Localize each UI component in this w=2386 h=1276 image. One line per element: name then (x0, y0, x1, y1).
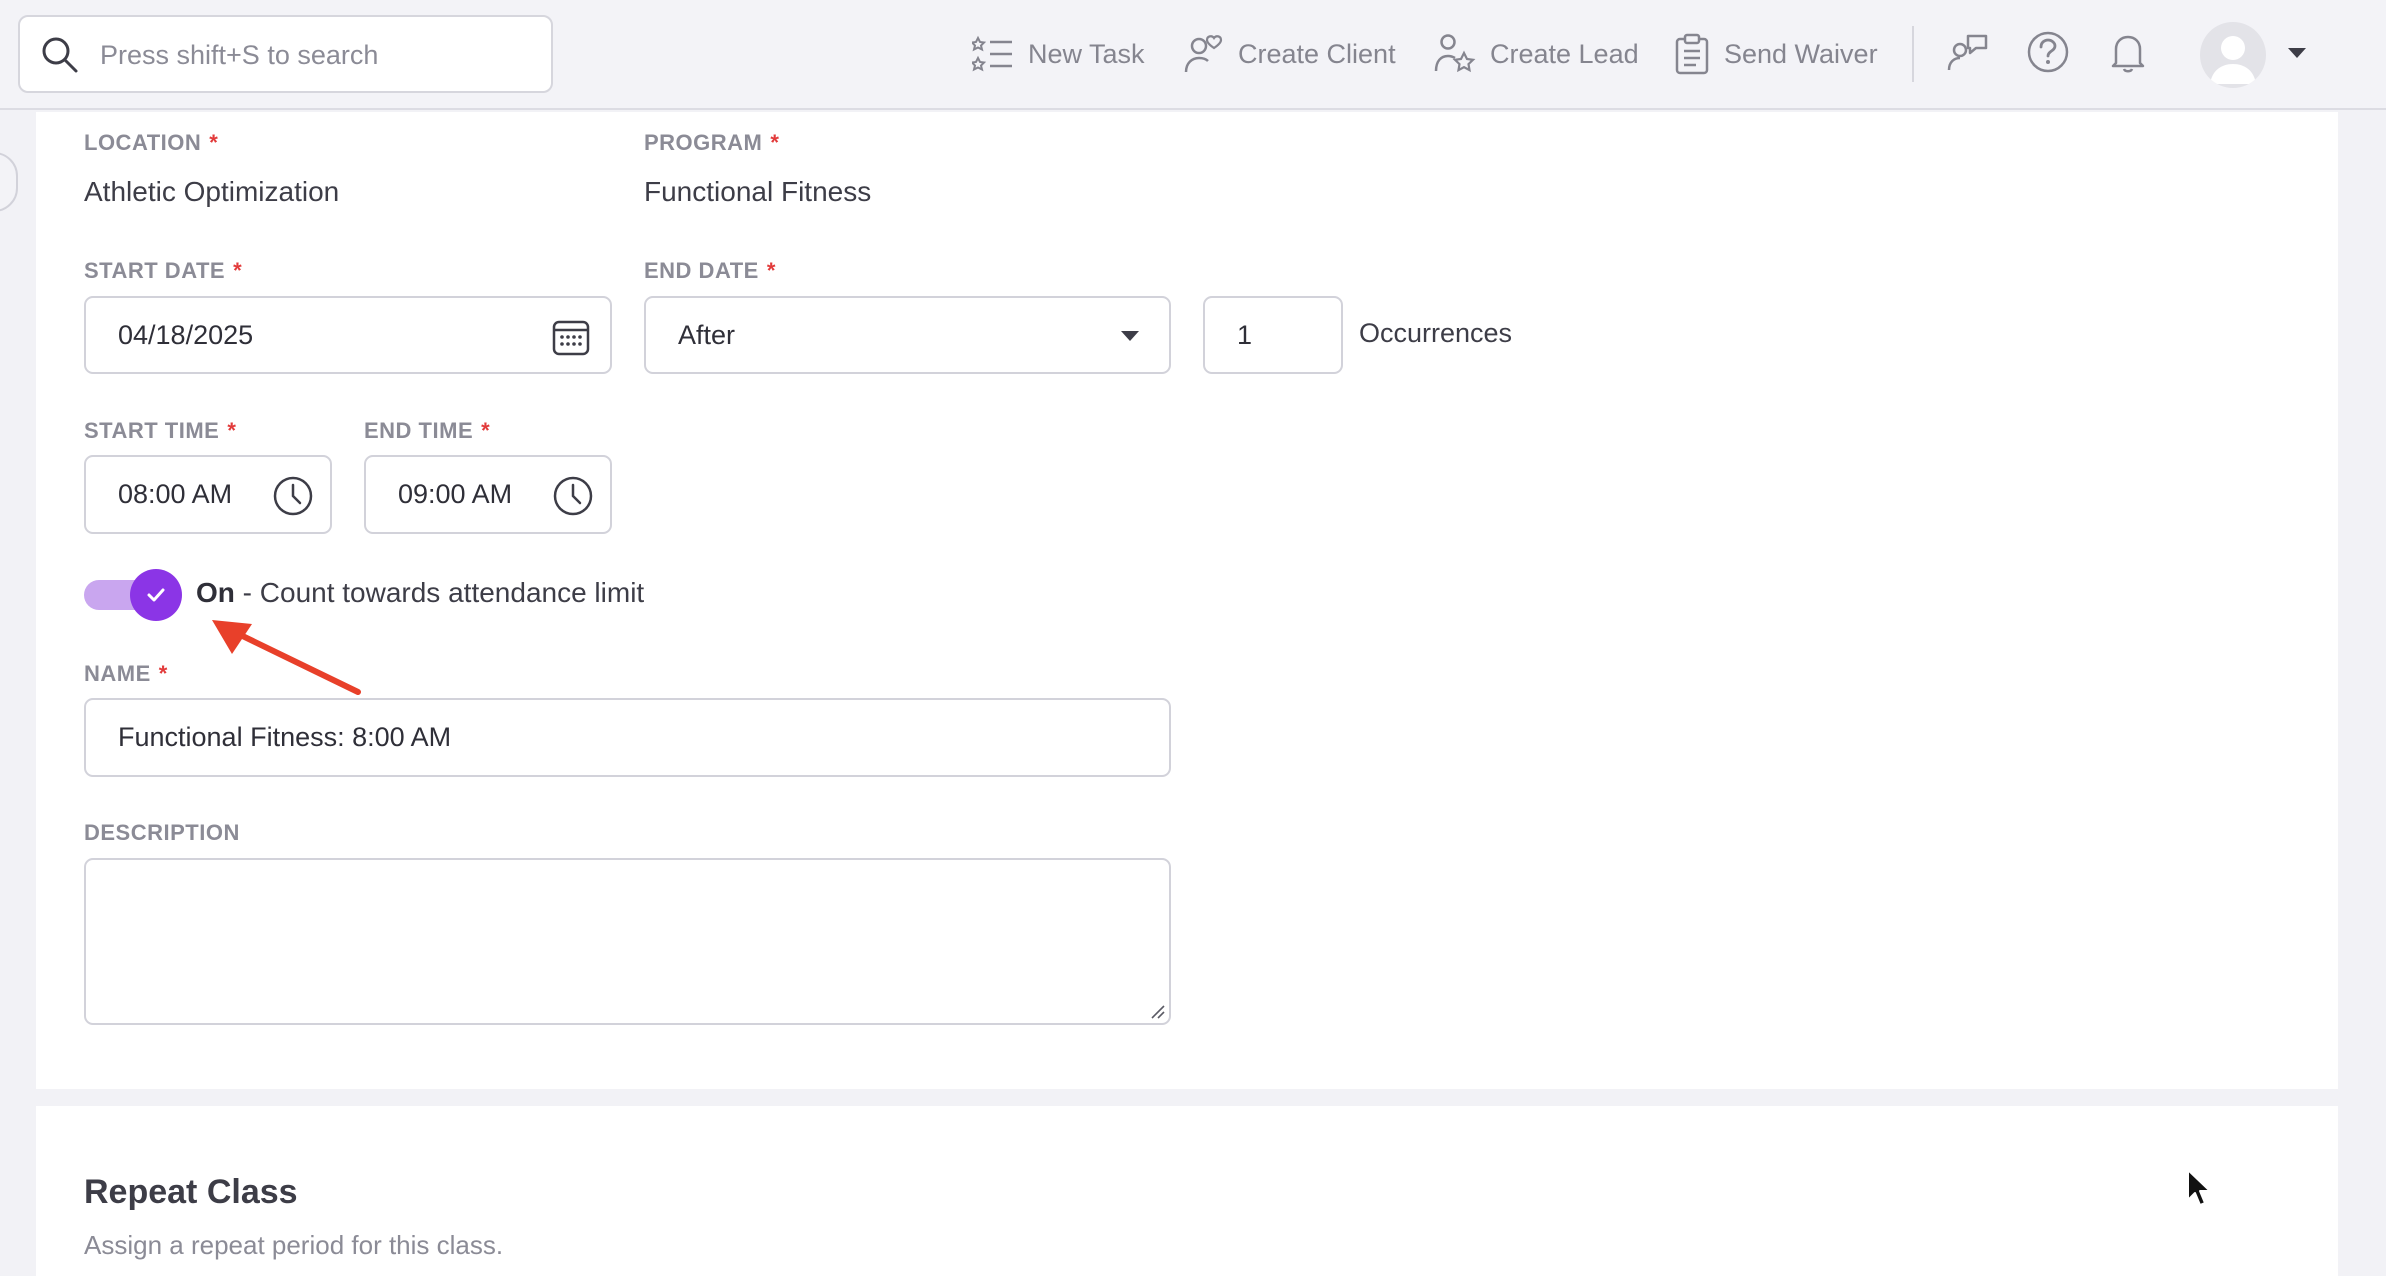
notifications-button[interactable] (2106, 30, 2154, 78)
occurrences-label: Occurrences (1359, 318, 1513, 348)
caret-down-icon (1121, 331, 1139, 341)
new-task-button[interactable]: New Task (972, 28, 1145, 80)
annotation-arrow-icon (212, 620, 361, 695)
attendance-toggle-knob[interactable] (130, 569, 182, 621)
create-client-button[interactable]: Create Client (1184, 28, 1396, 80)
name-input[interactable]: Functional Fitness: 8:00 AM (84, 698, 1171, 777)
client-heart-icon (1184, 35, 1223, 73)
description-label: DESCRIPTION (84, 820, 240, 845)
occurrences-value: 1 (1237, 319, 1253, 350)
program-label: PROGRAM * (644, 130, 780, 155)
start-date-label: START DATE * (84, 258, 243, 283)
create-lead-label: Create Lead (1490, 38, 1639, 69)
clock-icon[interactable] (552, 475, 594, 517)
search-input[interactable] (100, 33, 530, 77)
bell-icon (2111, 35, 2145, 73)
user-avatar-icon (2210, 36, 2256, 84)
end-time-input[interactable]: 09:00 AM (364, 455, 612, 534)
new-task-label: New Task (1028, 38, 1145, 69)
create-lead-button[interactable]: Create Lead (1434, 28, 1639, 80)
task-list-icon (972, 35, 1012, 72)
calendar-icon[interactable] (552, 318, 590, 356)
toggle-state: On (196, 577, 235, 608)
end-time-value: 09:00 AM (398, 479, 513, 509)
end-date-select[interactable]: After (644, 296, 1171, 374)
feedback-button[interactable] (1946, 30, 1994, 78)
divider (1912, 26, 1914, 82)
description-textarea[interactable] (84, 858, 1171, 1025)
occurrences-input[interactable]: 1 (1203, 296, 1343, 374)
start-time-input[interactable]: 08:00 AM (84, 455, 332, 534)
repeat-class-title: Repeat Class (84, 1173, 298, 1211)
clock-icon[interactable] (272, 475, 314, 517)
sidebar-collapse-tab[interactable] (0, 152, 18, 212)
start-time-label: START TIME * (84, 418, 237, 443)
top-bar: New Task Create Client Create Lead Send … (0, 0, 2386, 110)
repeat-class-subtitle: Assign a repeat period for this class. (84, 1230, 504, 1260)
end-date-value: After (678, 319, 736, 350)
resize-handle-icon[interactable] (1149, 1003, 1165, 1019)
create-client-label: Create Client (1238, 38, 1396, 69)
search-box[interactable] (18, 15, 553, 93)
name-label: NAME * (84, 661, 168, 686)
caret-down-icon[interactable] (2286, 46, 2308, 60)
feedback-icon (1947, 34, 1988, 71)
check-icon (147, 588, 165, 602)
end-time-label: END TIME * (364, 418, 491, 443)
location-label: LOCATION * (84, 130, 219, 155)
program-value: Functional Fitness (644, 176, 872, 207)
start-date-input[interactable]: 04/18/2025 (84, 296, 612, 374)
end-date-label: END DATE * (644, 258, 776, 283)
help-icon (2027, 31, 2069, 73)
clipboard-icon (1675, 33, 1709, 75)
start-time-value: 08:00 AM (118, 479, 233, 509)
avatar[interactable] (2200, 22, 2266, 88)
search-icon (42, 37, 78, 73)
location-value: Athletic Optimization (84, 176, 340, 207)
name-value: Functional Fitness: 8:00 AM (118, 722, 452, 752)
send-waiver-button[interactable]: Send Waiver (1674, 28, 1878, 80)
attendance-toggle-label: On - Count towards attendance limit (196, 577, 644, 609)
help-button[interactable] (2026, 30, 2074, 78)
mouse-cursor-icon (2187, 1169, 2211, 1206)
send-waiver-label: Send Waiver (1724, 38, 1878, 69)
toggle-description: - Count towards attendance limit (234, 577, 645, 608)
start-date-value: 04/18/2025 (118, 319, 254, 350)
lead-star-icon (1434, 34, 1476, 73)
